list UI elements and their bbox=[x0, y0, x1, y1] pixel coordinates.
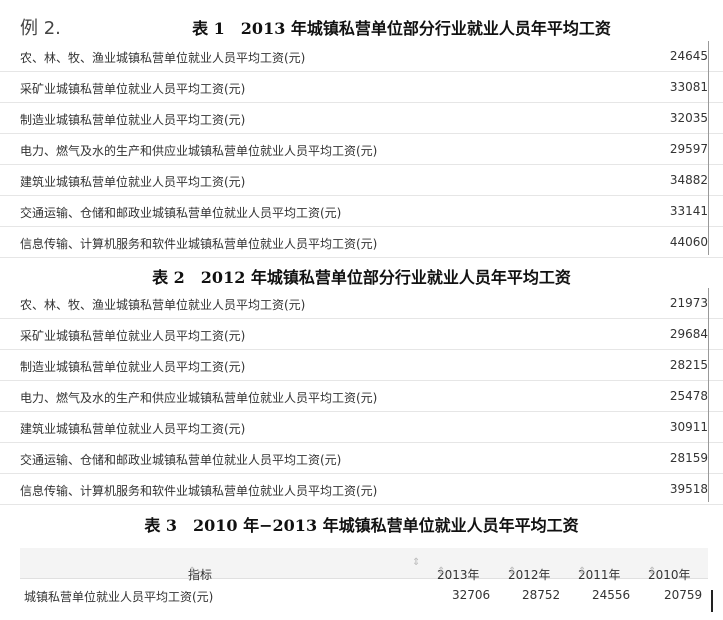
row-label: 交通运输、仓储和邮政业城镇私营单位就业人员平均工资(元) bbox=[20, 206, 342, 220]
value-2012: 28752 bbox=[522, 588, 561, 602]
table2-title: 表 2 2012 年城镇私营单位部分行业就业人员年平均工资 bbox=[152, 268, 571, 287]
table-row: 信息传输、计算机服务和软件业城镇私营单位就业人员平均工资(元) 44060 bbox=[0, 227, 723, 258]
table1: 农、林、牧、渔业城镇私营单位就业人员平均工资(元) 24645 采矿业城镇私营单位… bbox=[0, 41, 723, 258]
table-row: 电力、燃气及水的生产和供应业城镇私营单位就业人员平均工资(元) 29597 bbox=[0, 134, 723, 165]
row-label: 城镇私营单位就业人员平均工资(元) bbox=[24, 590, 214, 604]
row-value: 39518 bbox=[669, 482, 708, 496]
row-label: 采矿业城镇私营单位就业人员平均工资(元) bbox=[20, 329, 246, 343]
row-label: 电力、燃气及水的生产和供应业城镇私营单位就业人员平均工资(元) bbox=[20, 144, 378, 158]
row-value: 30911 bbox=[669, 420, 708, 434]
row-value: 21973 bbox=[669, 296, 708, 310]
row-value: 28215 bbox=[669, 358, 708, 372]
row-label: 制造业城镇私营单位就业人员平均工资(元) bbox=[20, 113, 246, 127]
table-row: 农、林、牧、渔业城镇私营单位就业人员平均工资(元) 21973 bbox=[0, 288, 723, 319]
row-value: 24645 bbox=[669, 49, 708, 63]
sort-icon: ⇕ bbox=[188, 566, 197, 577]
table-row: 制造业城镇私营单位就业人员平均工资(元) 32035 bbox=[0, 103, 723, 134]
row-label: 信息传输、计算机服务和软件业城镇私营单位就业人员平均工资(元) bbox=[20, 237, 378, 251]
row-label: 农、林、牧、渔业城镇私营单位就业人员平均工资(元) bbox=[20, 51, 306, 65]
table-row: 交通运输、仓储和邮政业城镇私营单位就业人员平均工资(元) 33141 bbox=[0, 196, 723, 227]
table1-right-border bbox=[708, 41, 709, 255]
table-row: 城镇私营单位就业人员平均工资(元) 32706 28752 24556 2075… bbox=[20, 579, 708, 610]
row-value: 33081 bbox=[669, 80, 708, 94]
row-value: 29597 bbox=[669, 142, 708, 156]
row-value: 34882 bbox=[669, 173, 708, 187]
table3-title: 表 3 2010 年−2013 年城镇私营单位就业人员年平均工资 bbox=[144, 516, 579, 535]
row-value: 44060 bbox=[669, 235, 708, 249]
row-value: 29684 bbox=[669, 327, 708, 341]
row-value: 28159 bbox=[669, 451, 708, 465]
table-row: 建筑业城镇私营单位就业人员平均工资(元) 30911 bbox=[0, 412, 723, 443]
row-label: 电力、燃气及水的生产和供应业城镇私营单位就业人员平均工资(元) bbox=[20, 391, 378, 405]
table-row: 交通运输、仓储和邮政业城镇私营单位就业人员平均工资(元) 28159 bbox=[0, 443, 723, 474]
row-label: 建筑业城镇私营单位就业人员平均工资(元) bbox=[20, 422, 246, 436]
table-row: 制造业城镇私营单位就业人员平均工资(元) 28215 bbox=[0, 350, 723, 381]
table-row: 电力、燃气及水的生产和供应业城镇私营单位就业人员平均工资(元) 25478 bbox=[0, 381, 723, 412]
table2-right-border bbox=[708, 288, 709, 502]
table-row: 建筑业城镇私营单位就业人员平均工资(元) 34882 bbox=[0, 165, 723, 196]
value-2013: 32706 bbox=[452, 588, 491, 602]
text-cursor bbox=[711, 590, 713, 612]
table2: 农、林、牧、渔业城镇私营单位就业人员平均工资(元) 21973 采矿业城镇私营单位… bbox=[0, 288, 723, 505]
row-value: 33141 bbox=[669, 204, 708, 218]
sort-icon: ⇕ bbox=[437, 566, 446, 577]
row-label: 建筑业城镇私营单位就业人员平均工资(元) bbox=[20, 175, 246, 189]
row-label: 农、林、牧、渔业城镇私营单位就业人员平均工资(元) bbox=[20, 298, 306, 312]
row-label: 采矿业城镇私营单位就业人员平均工资(元) bbox=[20, 82, 246, 96]
row-label: 信息传输、计算机服务和软件业城镇私营单位就业人员平均工资(元) bbox=[20, 484, 378, 498]
table1-title: 表 1 2013 年城镇私营单位部分行业就业人员年平均工资 bbox=[192, 19, 611, 38]
table-row: 采矿业城镇私营单位就业人员平均工资(元) 29684 bbox=[0, 319, 723, 350]
sort-icon[interactable]: ⇕ bbox=[412, 557, 420, 568]
row-label: 制造业城镇私营单位就业人员平均工资(元) bbox=[20, 360, 246, 374]
row-value: 32035 bbox=[669, 111, 708, 125]
row-value: 25478 bbox=[669, 389, 708, 403]
table-row: 信息传输、计算机服务和软件业城镇私营单位就业人员平均工资(元) 39518 bbox=[0, 474, 723, 505]
table3-header: 指标 ⇕ ⇕ 2013年 ⇕ 2012年 ⇕ 2011年 ⇕ 2010年 ⇕ bbox=[20, 548, 708, 582]
table-row: 农、林、牧、渔业城镇私营单位就业人员平均工资(元) 24645 bbox=[0, 41, 723, 72]
table-row: 采矿业城镇私营单位就业人员平均工资(元) 33081 bbox=[0, 72, 723, 103]
sort-icon: ⇕ bbox=[648, 566, 657, 577]
sort-icon: ⇕ bbox=[578, 566, 587, 577]
value-2010: 20759 bbox=[664, 588, 703, 602]
value-2011: 24556 bbox=[592, 588, 631, 602]
sort-icon: ⇕ bbox=[508, 566, 517, 577]
row-label: 交通运输、仓储和邮政业城镇私营单位就业人员平均工资(元) bbox=[20, 453, 342, 467]
